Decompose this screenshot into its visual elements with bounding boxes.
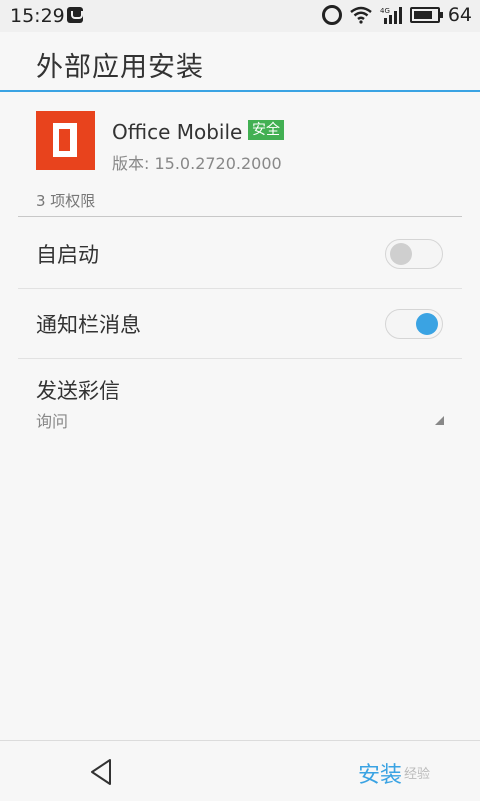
page-title: 外部应用安装: [36, 52, 204, 83]
safe-badge: 安全: [248, 120, 284, 140]
battery-icon: [409, 7, 443, 23]
wifi-icon: [350, 6, 372, 24]
install-button[interactable]: 安装: [358, 757, 402, 789]
notification-toggle[interactable]: [385, 309, 443, 339]
alarm-icon: [321, 5, 342, 25]
autostart-toggle[interactable]: [385, 239, 443, 269]
back-triangle-icon[interactable]: [89, 758, 113, 790]
permission-label: 自启动: [36, 243, 99, 267]
divider: [18, 216, 462, 217]
permission-label: 通知栏消息: [36, 313, 141, 337]
divider: [18, 358, 462, 359]
permission-label: 发送彩信: [36, 379, 120, 403]
permission-count: 3 项权限: [36, 192, 96, 210]
app-version: 版本: 15.0.2720.2000: [112, 154, 282, 173]
app-name: Office Mobile: [112, 120, 243, 144]
battery-level: 64: [447, 4, 472, 26]
permission-notification[interactable]: 通知栏消息: [0, 289, 480, 359]
permission-autostart[interactable]: 自启动: [0, 219, 480, 289]
signal-4g-label: 4G: [380, 7, 390, 15]
bottom-bar: 安装 经验: [0, 740, 480, 801]
app-info: Office Mobile 安全 版本: 15.0.2720.2000 3 项权…: [0, 92, 480, 217]
permission-value: 询问: [36, 412, 69, 431]
dropdown-arrow-icon[interactable]: [435, 416, 444, 425]
office-icon: [36, 111, 95, 170]
permission-send-mms[interactable]: 发送彩信 询问: [0, 360, 480, 440]
page-header: 外部应用安装: [0, 32, 480, 92]
status-icons: 4G 64: [321, 4, 472, 26]
signal-icon: 4G: [380, 6, 402, 24]
status-bar: 15:29 4G 64: [0, 0, 480, 32]
watermark: 经验: [404, 767, 431, 782]
status-time: 15:29: [10, 5, 65, 27]
notification-bag-icon: [67, 7, 83, 23]
